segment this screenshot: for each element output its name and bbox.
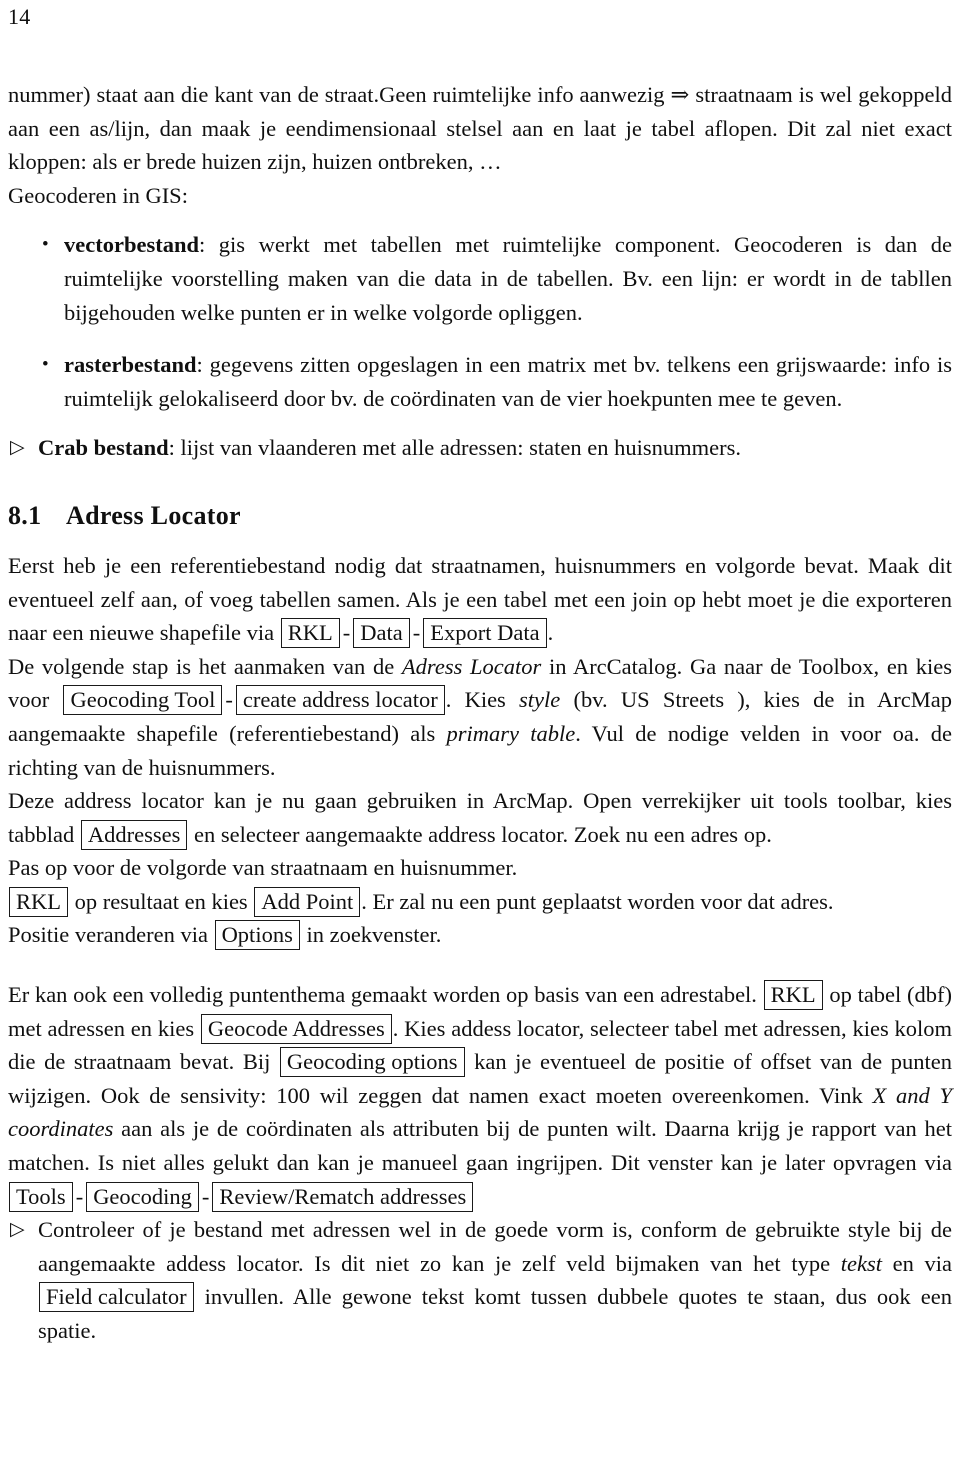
menu-separator-dash: - [201, 1183, 210, 1209]
s2-italic-primary-table: primary table [446, 720, 576, 746]
menu-box-geocode-addresses[interactable]: Geocode Addresses [200, 1013, 392, 1044]
menu-box-export-data[interactable]: Export Data [423, 618, 547, 649]
arcmap-usage-paragraph: Deze address locator kan je nu gaan gebr… [8, 784, 952, 851]
controleer-bestand-note: ▷ Controleer of je bestand met adressen w… [8, 1213, 952, 1347]
s2-italic-style: style [519, 687, 561, 713]
intro-text-a: nummer) staat aan die kant van de straat… [8, 82, 671, 107]
triangle-right-icon: ▷ [10, 1219, 25, 1241]
crab-text: lijst van vlaanderen met alle adressen: … [174, 435, 742, 461]
s7-text-1: Er kan ook een volledig puntenthema gema… [8, 982, 763, 1008]
menu-box-add-point[interactable]: Add Point [254, 886, 361, 917]
menu-box-data[interactable]: Data [353, 618, 410, 649]
menu-box-geocoding[interactable]: Geocoding [86, 1181, 199, 1212]
intro-paragraph: nummer) staat aan die kant van de straat… [8, 78, 952, 179]
page-body: nummer) staat aan die kant van de straat… [8, 78, 952, 1348]
menu-box-geocoding-tool[interactable]: Geocoding Tool [63, 685, 223, 716]
bullet-icon: • [42, 234, 49, 256]
menu-box-rkl[interactable]: RKL [763, 980, 823, 1011]
crab-bestand-note: ▷ Crab bestand: lijst van vlaanderen met … [8, 431, 952, 465]
ellipsis-glyph: … [479, 149, 502, 175]
section-number: 8.1 [8, 500, 42, 530]
menu-separator-dash: - [225, 687, 233, 713]
menu-separator-dash: - [412, 620, 421, 646]
menu-separator-dash: - [342, 620, 351, 646]
s6-text-2: in zoekvenster. [300, 922, 442, 948]
list-item: • vectorbestand: gis werkt met tabellen m… [8, 228, 952, 329]
menu-box-addresses[interactable]: Addresses [80, 819, 188, 850]
s8-italic-tekst: tekst [840, 1250, 882, 1276]
referentiebestand-paragraph: Eerst heb je een referentiebestand nodig… [8, 549, 952, 650]
section-heading: 8.1 Adress Locator [8, 499, 952, 533]
implies-arrow-icon: ⇒ [670, 82, 690, 107]
geocode-addresses-paragraph: Er kan ook een volledig puntenthema gema… [8, 978, 952, 1213]
bullet-icon: • [42, 354, 49, 376]
bestand-type-list: • vectorbestand: gis werkt met tabellen m… [8, 228, 952, 415]
document-page: 14 nummer) staat aan die kant van de str… [0, 0, 960, 1459]
s2-text-3: . Kies [445, 687, 520, 713]
s6-text-1: Positie veranderen via [8, 922, 214, 948]
triangle-right-icon: ▷ [10, 437, 25, 459]
s3-text-2: en selecteer aangemaakte address locator… [188, 821, 772, 847]
menu-box-field-calculator[interactable]: Field calculator [39, 1282, 194, 1313]
s8-text-1: Controleer of je bestand met adressen we… [38, 1217, 952, 1276]
section-title: Adress Locator [66, 500, 241, 530]
menu-box-review-rematch-addresses[interactable]: Review/Rematch addresses [212, 1181, 474, 1212]
s8-text-2: en via [881, 1250, 952, 1276]
list-item-term: rasterbestand [64, 352, 197, 378]
list-item-term: vectorbestand [64, 232, 199, 258]
add-point-paragraph: RKL op resultaat en kies Add Point. Er z… [8, 885, 952, 919]
s1-text-2: . [547, 620, 554, 646]
page-number: 14 [8, 4, 31, 29]
s2-italic-adress-locator: Adress Locator [401, 653, 542, 679]
s7-text-5: aan als je de coördinaten als attributen… [8, 1116, 952, 1176]
menu-box-tools[interactable]: Tools [9, 1181, 73, 1212]
menu-separator-dash: - [75, 1183, 84, 1209]
menu-box-rkl[interactable]: RKL [280, 618, 340, 649]
s5-text-1: op resultaat en kies [69, 888, 254, 914]
adress-locator-paragraph: De volgende stap is het aanmaken van de … [8, 650, 952, 784]
options-paragraph: Positie veranderen via Options in zoekve… [8, 918, 952, 952]
menu-box-create-address-locator[interactable]: create address locator [235, 685, 445, 716]
menu-box-options[interactable]: Options [214, 920, 300, 951]
crab-term: Crab bestand [38, 435, 169, 461]
menu-box-geocoding-options[interactable]: Geocoding options [279, 1047, 465, 1078]
list-item: • rasterbestand: gegevens zitten opgeslag… [8, 348, 952, 415]
geocoderen-lead-in: Geocoderen in GIS: [8, 182, 188, 208]
s2-text-1: De volgende stap is het aanmaken van de [8, 653, 402, 679]
menu-box-rkl[interactable]: RKL [9, 886, 68, 917]
volgorde-warning-paragraph: Pas op voor de volgorde van straatnaam e… [8, 855, 518, 881]
s5-text-2: . Er zal nu een punt geplaatst worden vo… [361, 888, 834, 914]
